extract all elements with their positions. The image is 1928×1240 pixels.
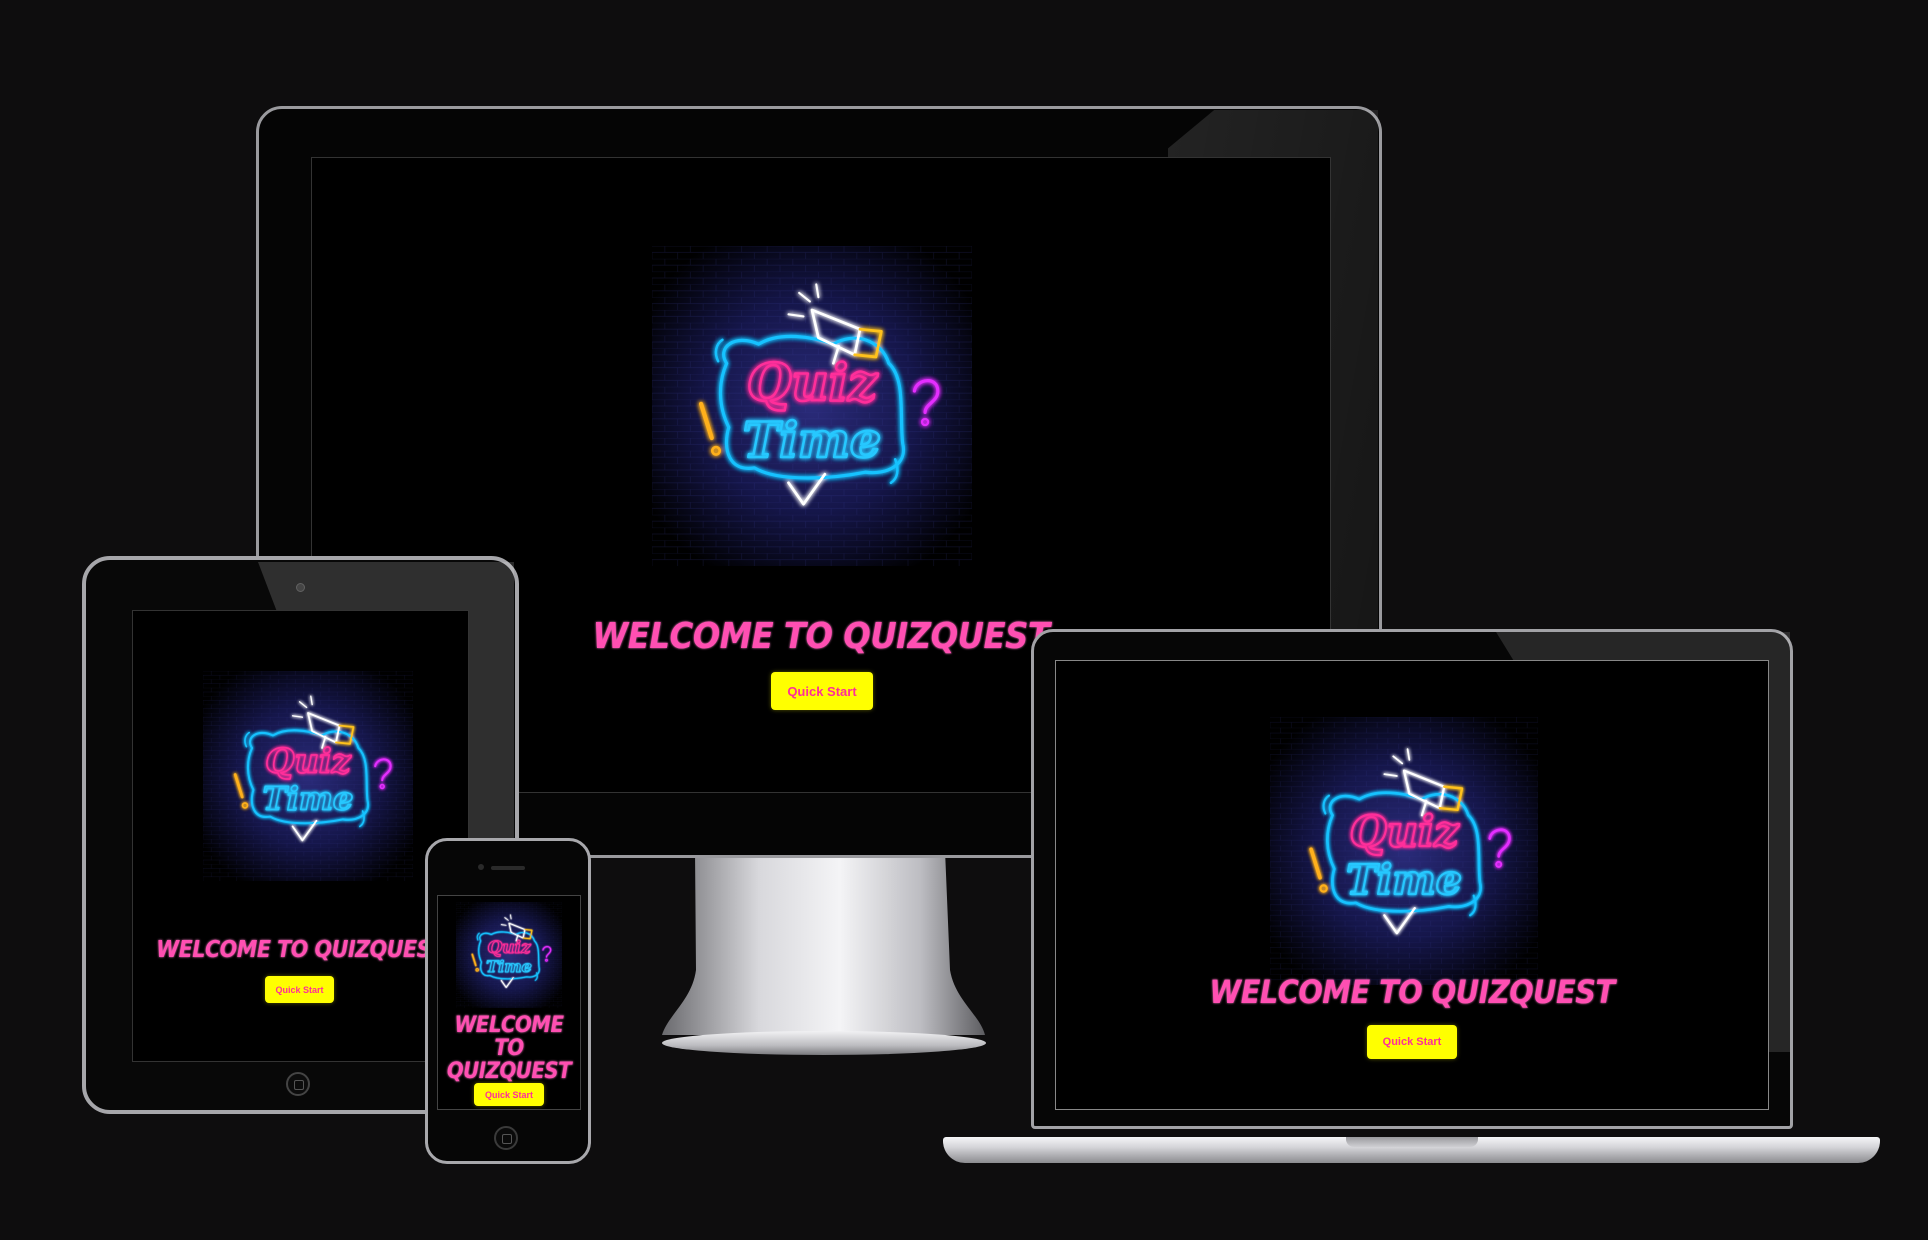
- phone-camera: [478, 864, 484, 870]
- phone-screen: WELCOME TO QUIZQUEST Quick Start: [437, 895, 581, 1110]
- quiz-time-logo: [652, 246, 972, 566]
- welcome-heading: WELCOME TO QUIZQUEST: [1209, 973, 1615, 1011]
- quiz-time-logo: [1270, 717, 1538, 985]
- tablet-screen: WELCOME TO QUIZQUEST Quick Start: [132, 610, 469, 1062]
- home-button-icon[interactable]: [286, 1072, 310, 1096]
- laptop-screen: WELCOME TO QUIZQUEST Quick Start: [1055, 660, 1769, 1110]
- laptop-notch: [1346, 1137, 1478, 1147]
- quiz-time-logo: [203, 671, 413, 881]
- quick-start-button[interactable]: Quick Start: [474, 1083, 544, 1106]
- phone-speaker: [491, 866, 525, 870]
- welcome-heading: WELCOME TO QUIZQUEST: [446, 1013, 572, 1085]
- welcome-heading: WELCOME TO QUIZQUEST: [156, 937, 445, 963]
- home-button-icon[interactable]: [494, 1126, 518, 1150]
- quiz-time-logo: [456, 902, 562, 1008]
- quick-start-button[interactable]: Quick Start: [1367, 1025, 1457, 1059]
- quick-start-button[interactable]: Quick Start: [771, 672, 873, 710]
- monitor-stand: [662, 850, 986, 1055]
- quick-start-button[interactable]: Quick Start: [265, 976, 334, 1003]
